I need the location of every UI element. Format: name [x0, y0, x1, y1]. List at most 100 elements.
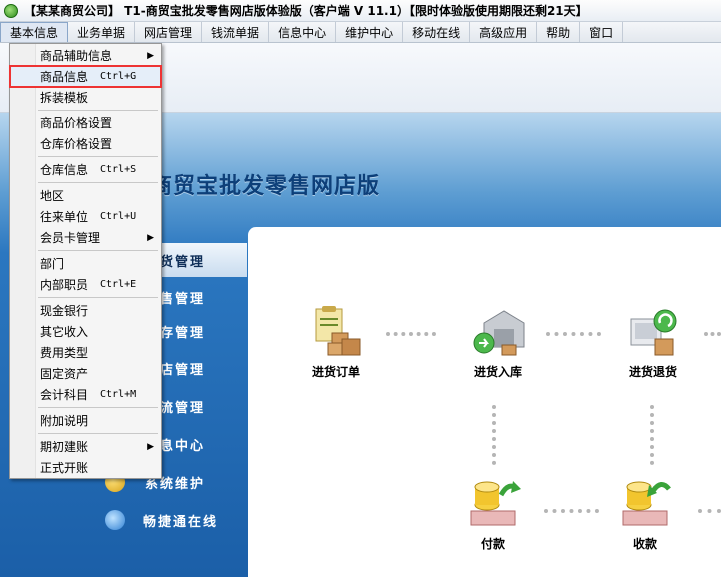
menu-item-label: 拆装模板	[40, 91, 89, 105]
menu-item-shortcut: Ctrl+G	[100, 71, 137, 82]
menu-item-label: 会员卡管理	[40, 231, 101, 245]
menu-separator	[38, 407, 158, 408]
menu-item-department[interactable]: 部门	[10, 253, 161, 274]
menu-separator	[38, 250, 158, 251]
menu-item-assembly-template[interactable]: 拆装模板	[10, 87, 161, 108]
globe-icon	[105, 510, 125, 530]
menu-help[interactable]: 帮助	[537, 22, 581, 42]
submenu-arrow-icon: ▶	[147, 50, 154, 61]
menu-item-shortcut: Ctrl+S	[100, 164, 137, 175]
app-logo-icon	[4, 3, 18, 18]
nav-label: 存管理	[160, 325, 206, 341]
menu-item-opening-setup[interactable]: 期初建账 ▶	[10, 436, 161, 457]
menu-item-label: 往来单位	[40, 210, 89, 224]
flow-label: 进货入库	[473, 365, 522, 379]
title-bar: 【某某商贸公司】 T1-商贸宝批发零售网店版体验版（客户端 V 11.1）【限时…	[0, 0, 721, 22]
menu-item-formal-opening[interactable]: 正式开账	[10, 457, 161, 478]
menu-item-label: 商品价格设置	[40, 116, 113, 130]
menu-advanced[interactable]: 高级应用	[470, 22, 538, 42]
menu-item-product-aux-info[interactable]: 商品辅助信息 ▶	[10, 45, 161, 66]
flow-connector	[492, 405, 496, 465]
menu-item-label: 现金银行	[40, 304, 89, 318]
menu-separator	[38, 182, 158, 183]
menu-separator	[38, 433, 158, 434]
flow-panel: 进货订单 进货入库 进货退货 付款 收款	[248, 227, 721, 582]
menu-separator	[38, 110, 158, 111]
flow-connector	[698, 509, 721, 513]
menu-item-label: 商品辅助信息	[40, 49, 113, 63]
flow-label: 付款	[480, 537, 505, 551]
menu-item-label: 费用类型	[40, 346, 89, 360]
menu-info-center[interactable]: 信息中心	[269, 22, 337, 42]
flow-connector	[650, 405, 654, 465]
menu-mobile-online[interactable]: 移动在线	[403, 22, 471, 42]
nav-label: 售管理	[160, 291, 206, 307]
flow-connector	[386, 332, 436, 336]
flow-node-payment[interactable]: 付款	[453, 475, 533, 552]
menu-item-warehouse-price-settings[interactable]: 仓库价格设置	[10, 133, 161, 154]
flow-connector	[704, 332, 721, 336]
clipboard-order-icon	[308, 303, 364, 359]
menu-item-label: 内部职员	[40, 278, 89, 292]
menu-item-expense-types[interactable]: 费用类型	[10, 342, 161, 363]
menu-item-region[interactable]: 地区	[10, 185, 161, 206]
menu-item-other-income[interactable]: 其它收入	[10, 321, 161, 342]
menu-item-staff[interactable]: 内部职员 Ctrl+E	[10, 274, 161, 295]
menu-separator	[38, 156, 158, 157]
menu-item-label: 仓库价格设置	[40, 137, 113, 151]
menu-item-label: 仓库信息	[40, 163, 89, 177]
menu-maintenance[interactable]: 维护中心	[336, 22, 404, 42]
nav-label: 畅捷通在线	[143, 514, 219, 530]
menu-item-label: 固定资产	[40, 367, 89, 381]
flow-connector	[544, 509, 599, 513]
flow-node-purchase-stockin[interactable]: 进货入库	[458, 303, 538, 380]
menu-item-cash-bank[interactable]: 现金银行	[10, 300, 161, 321]
menu-item-label: 地区	[40, 189, 65, 203]
menu-item-fixed-assets[interactable]: 固定资产	[10, 363, 161, 384]
menu-item-shortcut: Ctrl+E	[100, 279, 137, 290]
coins-pay-icon	[465, 475, 521, 531]
flow-label: 进货退货	[628, 365, 677, 379]
menu-item-product-price-settings[interactable]: 商品价格设置	[10, 112, 161, 133]
flow-node-purchase-return[interactable]: 进货退货	[613, 303, 693, 380]
nav-chanjet-online[interactable]: 畅捷通在线	[95, 503, 247, 537]
menu-item-warehouse-info[interactable]: 仓库信息 Ctrl+S	[10, 159, 161, 180]
menu-item-label: 附加说明	[40, 414, 89, 428]
nav-label: 息中心	[160, 438, 206, 454]
menu-item-accounting-subjects[interactable]: 会计科目 Ctrl+M	[10, 384, 161, 405]
menu-window[interactable]: 窗口	[580, 22, 624, 42]
coins-receive-icon	[617, 475, 673, 531]
return-goods-icon	[625, 303, 681, 359]
window-title: 【某某商贸公司】 T1-商贸宝批发零售网店版体验版（客户端 V 11.1）【限时…	[24, 4, 588, 18]
menu-online-store[interactable]: 网店管理	[135, 22, 203, 42]
submenu-arrow-icon: ▶	[147, 232, 154, 243]
menu-cash-docs[interactable]: 钱流单据	[202, 22, 270, 42]
menu-item-label: 期初建账	[40, 440, 89, 454]
flow-label: 进货订单	[311, 365, 360, 379]
menu-item-label: 商品信息	[40, 70, 89, 84]
menu-item-membership-card[interactable]: 会员卡管理 ▶	[10, 227, 161, 248]
banner-title: 商贸宝批发零售网店版	[150, 174, 381, 199]
menu-item-product-info[interactable]: 商品信息 Ctrl+G	[9, 65, 162, 88]
menu-basic-info[interactable]: 基本信息	[0, 22, 69, 42]
basic-info-dropdown: 商品辅助信息 ▶ 商品信息 Ctrl+G 拆装模板 商品价格设置 仓库价格设置 …	[9, 43, 162, 479]
nav-label: 流管理	[160, 400, 206, 416]
menu-item-label: 正式开账	[40, 461, 89, 475]
nav-label: 店管理	[160, 362, 206, 378]
menu-item-label: 部门	[40, 257, 65, 271]
menu-bar: 基本信息 业务单据 网店管理 钱流单据 信息中心 维护中心 移动在线 高级应用 …	[0, 22, 721, 43]
menu-business-docs[interactable]: 业务单据	[68, 22, 136, 42]
nav-label: 货管理	[160, 254, 206, 270]
menu-item-label: 会计科目	[40, 388, 89, 402]
menu-item-additional-notes[interactable]: 附加说明	[10, 410, 161, 431]
submenu-arrow-icon: ▶	[147, 441, 154, 452]
menu-item-label: 其它收入	[40, 325, 89, 339]
flow-label: 收款	[632, 537, 657, 551]
menu-item-shortcut: Ctrl+M	[100, 389, 137, 400]
flow-node-receipt[interactable]: 收款	[605, 475, 685, 552]
flow-connector	[546, 332, 601, 336]
flow-node-purchase-order[interactable]: 进货订单	[296, 303, 376, 380]
warehouse-stockin-icon	[470, 303, 526, 359]
menu-item-shortcut: Ctrl+U	[100, 211, 137, 222]
menu-item-business-partners[interactable]: 往来单位 Ctrl+U	[10, 206, 161, 227]
